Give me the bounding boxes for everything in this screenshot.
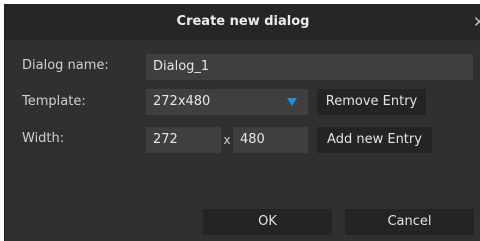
template-label: Template: [22,94,86,109]
ok-button[interactable]: OK [203,209,332,235]
dialog-name-input[interactable]: Dialog_1 [146,54,473,80]
width-input[interactable]: 272 [146,127,221,153]
remove-entry-button[interactable]: Remove Entry [317,89,426,115]
template-dropdown-toggle[interactable] [275,89,308,115]
title-bar: Create new dialog ✕ [5,4,480,40]
dimension-separator: x [223,133,231,147]
dropdown-arrow-icon [286,98,297,106]
window-title: Create new dialog [176,14,310,29]
close-icon[interactable]: ✕ [473,4,480,40]
dialog-name-label: Dialog name: [22,58,109,73]
width-label: Width: [22,131,65,146]
add-new-entry-button[interactable]: Add new Entry [317,127,432,153]
height-input[interactable]: 480 [233,127,308,153]
cancel-button[interactable]: Cancel [345,209,474,235]
create-dialog-window: Create new dialog ✕ Dialog name: Dialog_… [4,4,480,241]
